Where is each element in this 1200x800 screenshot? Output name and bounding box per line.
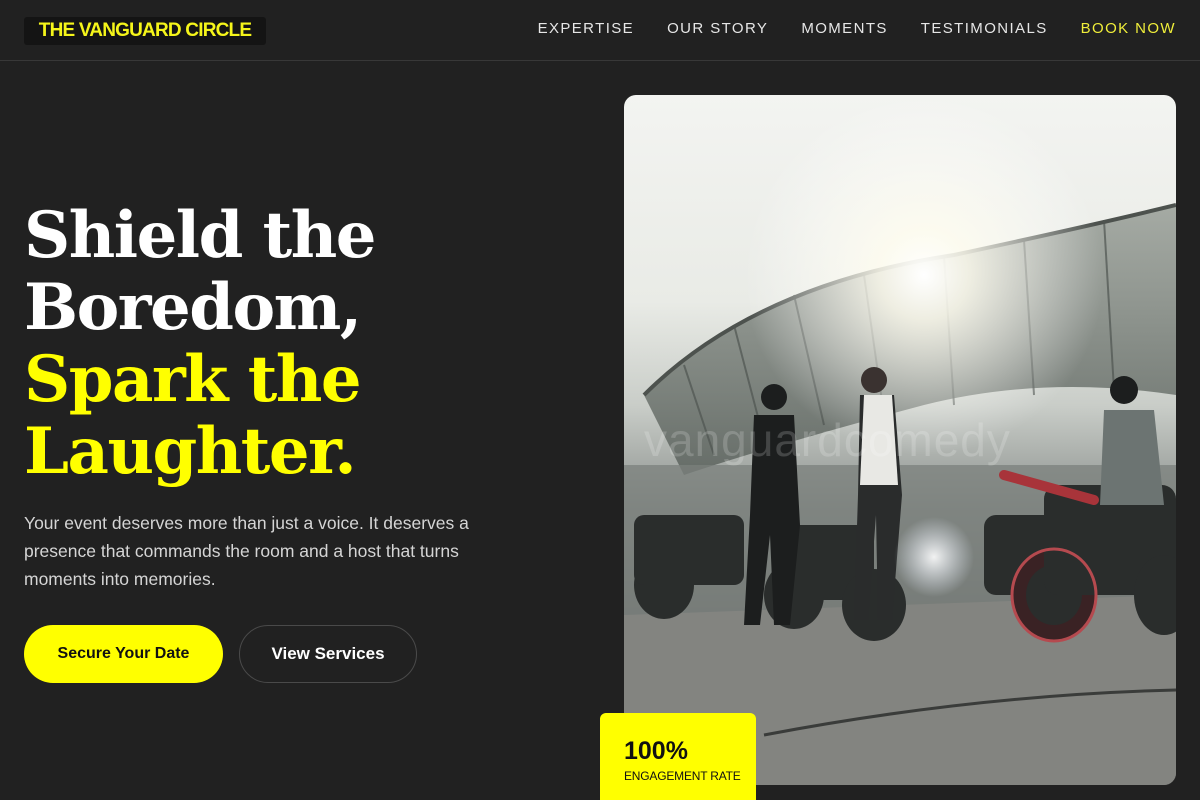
headline-line-1: Shield the bbox=[24, 198, 376, 273]
nav-link-book-now[interactable]: BOOK NOW bbox=[1081, 20, 1176, 37]
nav-links: EXPERTISE OUR STORY MOMENTS TESTIMONIALS… bbox=[505, 20, 1176, 37]
nav-link-our-story[interactable]: OUR STORY bbox=[667, 20, 768, 37]
brand-logo[interactable]: THE VANGUARD CIRCLE bbox=[24, 17, 266, 45]
secure-your-date-button[interactable]: Secure Your Date bbox=[24, 625, 223, 683]
stat-value: 100% bbox=[624, 737, 688, 765]
hero-headline: Shield the Boredom, Spark the Laughter. bbox=[24, 200, 584, 488]
brand-logo-text: THE VANGUARD CIRCLE bbox=[38, 20, 252, 41]
headline-line-4: Laughter. bbox=[24, 414, 357, 489]
nav-link-expertise[interactable]: EXPERTISE bbox=[538, 20, 635, 37]
hero-subtext: Your event deserves more than just a voi… bbox=[24, 513, 469, 589]
engagement-stat-badge: 100% ENGAGEMENT RATE bbox=[600, 713, 756, 800]
stat-label: ENGAGEMENT RATE bbox=[624, 769, 741, 783]
headline-line-2: Boredom, bbox=[24, 270, 362, 345]
headline-line-3: Spark the bbox=[24, 342, 362, 417]
top-navbar: THE VANGUARD CIRCLE EXPERTISE OUR STORY … bbox=[0, 0, 1200, 61]
hero-photo: vanguardcomedy bbox=[624, 95, 1176, 785]
nav-link-testimonials[interactable]: TESTIMONIALS bbox=[921, 20, 1048, 37]
photo-watermark: vanguardcomedy bbox=[644, 414, 1011, 466]
nav-link-moments[interactable]: MOMENTS bbox=[801, 20, 887, 37]
view-services-button[interactable]: View Services bbox=[239, 625, 417, 683]
